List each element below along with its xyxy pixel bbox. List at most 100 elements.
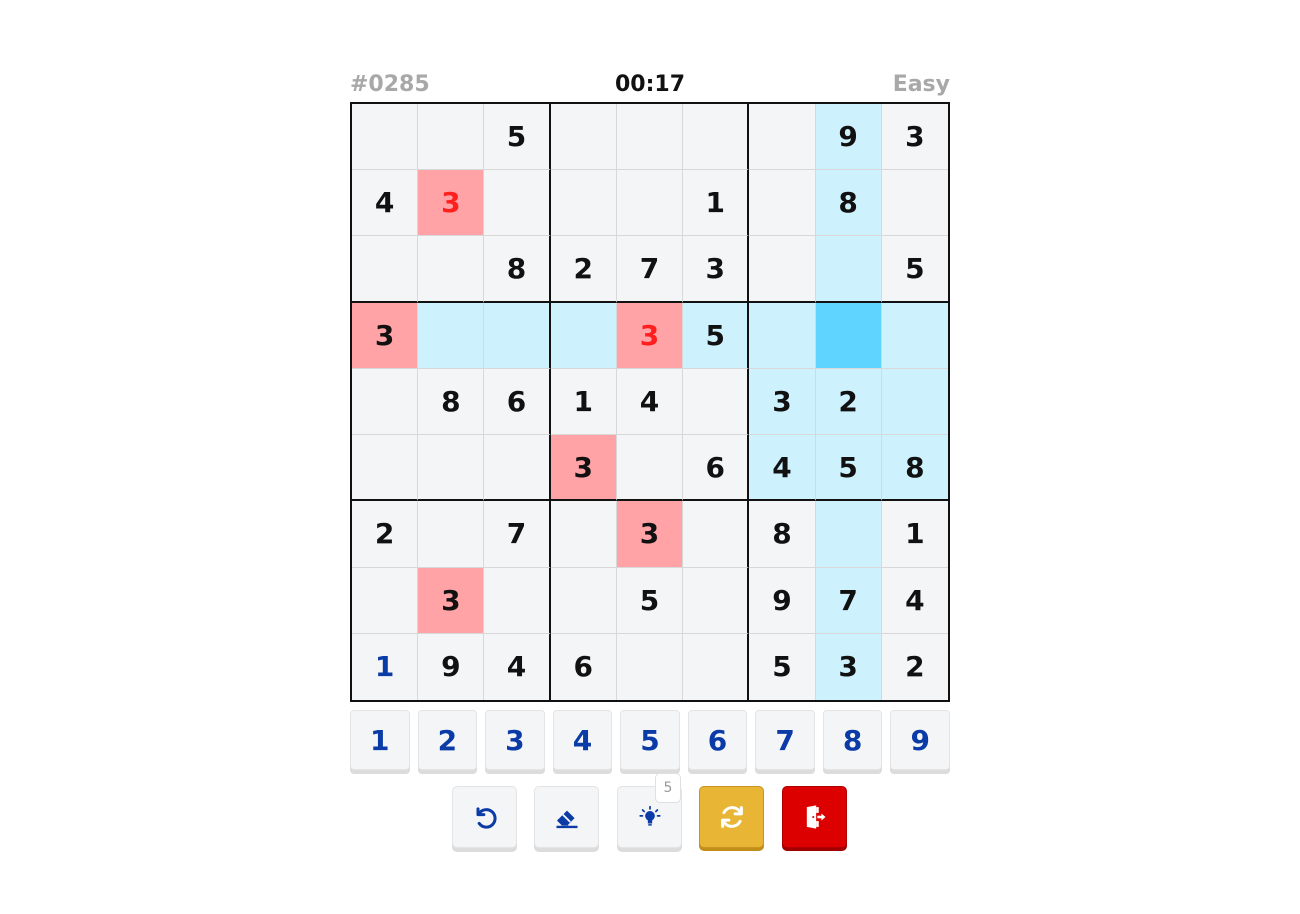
board-cell-r9c2[interactable]: 9	[418, 633, 485, 700]
board-cell-r6c5[interactable]	[616, 435, 684, 502]
board-cell-r6c8[interactable]: 5	[815, 435, 882, 502]
board-cell-r6c3[interactable]	[484, 435, 551, 502]
board-cell-r7c4[interactable]	[550, 501, 617, 568]
board-cell-r9c8[interactable]: 3	[815, 633, 882, 700]
number-key-8[interactable]: 8	[822, 710, 883, 770]
board-cell-r2c8[interactable]: 8	[815, 170, 882, 237]
board-cell-r1c7[interactable]	[749, 104, 816, 171]
board-cell-r9c4[interactable]: 6	[550, 633, 617, 700]
board-cell-r8c5[interactable]: 5	[616, 567, 684, 634]
number-key-3[interactable]: 3	[485, 710, 545, 770]
board-cell-r7c8[interactable]	[815, 501, 882, 568]
board-cell-r4c1[interactable]: 3	[352, 302, 419, 369]
board-cell-r7c7[interactable]: 8	[749, 501, 816, 568]
board-cell-r2c7[interactable]	[749, 170, 816, 237]
hint-count-badge: 5	[655, 773, 681, 803]
board-cell-r1c3[interactable]: 5	[484, 104, 551, 171]
board-cell-r7c6[interactable]	[683, 501, 750, 568]
board-cell-r2c2[interactable]: 3	[418, 170, 485, 237]
board-cell-r8c7[interactable]: 9	[749, 567, 816, 634]
eraser-icon	[556, 810, 577, 829]
board-cell-r3c5[interactable]: 7	[616, 236, 684, 303]
board-cell-r6c2[interactable]	[418, 435, 485, 502]
new-game-button[interactable]	[699, 786, 764, 848]
board-cell-r2c6[interactable]: 1	[683, 170, 750, 237]
number-key-4[interactable]: 4	[552, 710, 613, 770]
board-cell-r8c2[interactable]: 3	[418, 567, 485, 634]
number-key-5[interactable]: 5	[620, 710, 680, 770]
board-cell-r1c4[interactable]	[550, 104, 617, 171]
board-cell-r9c5[interactable]	[616, 633, 684, 700]
board-cell-r7c5[interactable]: 3	[616, 501, 684, 568]
board-cell-r8c1[interactable]	[352, 567, 419, 634]
board-cell-r4c5[interactable]: 3	[616, 302, 684, 369]
board-cell-r4c9[interactable]	[881, 302, 948, 369]
board-cell-r6c4[interactable]: 3	[550, 435, 617, 502]
board-cell-r8c6[interactable]	[683, 567, 750, 634]
board-cell-r2c1[interactable]: 4	[352, 170, 419, 237]
board-cell-r7c9[interactable]: 1	[881, 501, 948, 568]
board-cell-r3c1[interactable]	[352, 236, 419, 303]
board-cell-r8c8[interactable]: 7	[815, 567, 882, 634]
number-key-7[interactable]: 7	[755, 710, 815, 770]
board-cell-r6c9[interactable]: 8	[881, 435, 948, 502]
board-cell-r2c3[interactable]	[484, 170, 551, 237]
board-cell-r4c2[interactable]	[418, 302, 485, 369]
board-cell-r2c9[interactable]	[881, 170, 948, 237]
board-cell-r5c1[interactable]	[352, 368, 419, 436]
board-cell-r6c7[interactable]: 4	[749, 435, 816, 502]
board-cell-r7c3[interactable]: 7	[484, 501, 551, 568]
board-cell-r8c4[interactable]	[550, 567, 617, 634]
hint-button[interactable]: 5	[617, 773, 682, 848]
undo-button[interactable]	[452, 786, 517, 848]
board-cell-r2c4[interactable]	[550, 170, 617, 237]
board-cell-r5c9[interactable]	[881, 368, 948, 436]
board-cell-r4c7[interactable]	[749, 302, 816, 369]
board-cell-r3c8[interactable]	[815, 236, 882, 303]
exit-button[interactable]	[782, 786, 847, 848]
board-cell-r4c4[interactable]	[550, 302, 617, 369]
board-cell-r3c4[interactable]: 2	[550, 236, 617, 303]
board-cell-r3c7[interactable]	[749, 236, 816, 303]
board-cell-r5c8[interactable]: 2	[815, 368, 882, 436]
board-cell-r1c1[interactable]	[352, 104, 419, 171]
board-cell-r8c9[interactable]: 4	[881, 567, 948, 634]
number-key-6[interactable]: 6	[687, 710, 748, 770]
board-cell-r1c6[interactable]	[683, 104, 750, 171]
number-key-2[interactable]: 2	[417, 710, 478, 770]
sudoku-board: 5934318827353358614323645827381359741946…	[350, 102, 950, 702]
number-key-9[interactable]: 9	[890, 710, 950, 770]
refresh-icon	[720, 806, 743, 828]
board-cell-r9c6[interactable]	[683, 633, 750, 700]
board-cell-r5c2[interactable]: 8	[418, 368, 485, 436]
board-cell-r5c7[interactable]: 3	[749, 368, 816, 436]
board-cell-r5c4[interactable]: 1	[550, 368, 617, 436]
board-cell-r9c1[interactable]: 1	[352, 633, 419, 700]
board-cell-r4c6[interactable]: 5	[683, 302, 750, 369]
board-cell-r1c5[interactable]	[616, 104, 684, 171]
board-cell-r3c2[interactable]	[418, 236, 485, 303]
board-cell-r6c1[interactable]	[352, 435, 419, 502]
board-cell-r1c8[interactable]: 9	[815, 104, 882, 171]
board-cell-r3c3[interactable]: 8	[484, 236, 551, 303]
board-cell-r6c6[interactable]: 6	[683, 435, 750, 502]
board-cell-r3c6[interactable]: 3	[683, 236, 750, 303]
board-cell-r7c1[interactable]: 2	[352, 501, 419, 568]
board-cell-r5c5[interactable]: 4	[616, 368, 684, 436]
board-cell-r4c3[interactable]	[484, 302, 551, 369]
board-cell-r9c9[interactable]: 2	[881, 633, 948, 700]
board-cell-r1c9[interactable]: 3	[881, 104, 948, 171]
board-cell-r5c6[interactable]	[683, 368, 750, 436]
board-cell-r1c2[interactable]	[418, 104, 485, 171]
board-cell-r4c8[interactable]	[815, 302, 882, 369]
board-cell-r3c9[interactable]: 5	[881, 236, 948, 303]
board-cell-r7c2[interactable]	[418, 501, 485, 568]
board-cell-r9c3[interactable]: 4	[484, 633, 551, 700]
board-cell-r8c3[interactable]	[484, 567, 551, 634]
board-cell-r5c3[interactable]: 6	[484, 368, 551, 436]
difficulty-label: Easy	[892, 72, 950, 97]
number-key-1[interactable]: 1	[350, 710, 410, 770]
erase-button[interactable]	[534, 786, 599, 848]
board-cell-r2c5[interactable]	[616, 170, 684, 237]
board-cell-r9c7[interactable]: 5	[749, 633, 816, 700]
